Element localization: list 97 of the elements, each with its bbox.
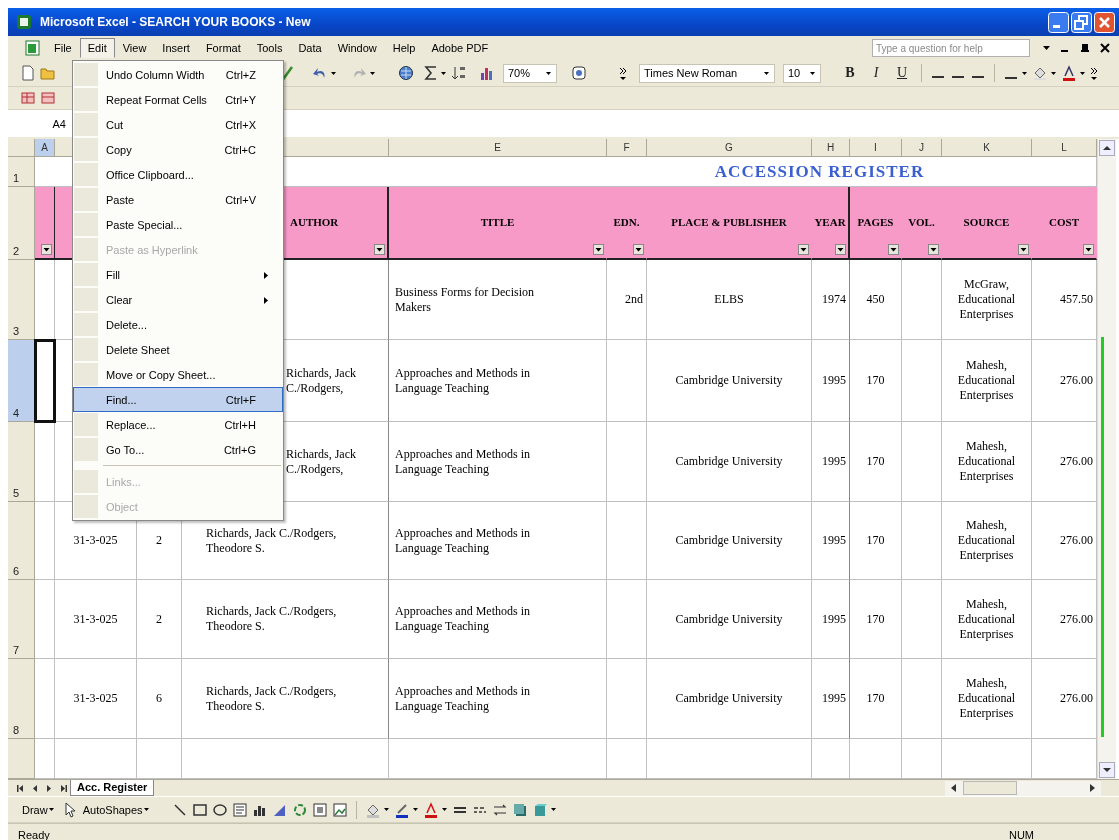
menu-item[interactable]: Delete... — [73, 312, 283, 337]
menu-item[interactable]: Insert — [154, 38, 198, 58]
table-cell: 170 — [850, 659, 902, 739]
menu-item[interactable]: Clear — [73, 287, 283, 312]
underline-button[interactable]: U — [892, 63, 912, 83]
table-cell: 170 — [850, 502, 902, 580]
window-title: Microsoft Excel - SEARCH YOUR BOOKS - New — [40, 15, 311, 29]
italic-button[interactable]: I — [866, 63, 886, 83]
column-header[interactable]: H — [812, 139, 850, 157]
column-header[interactable]: L — [1032, 139, 1097, 157]
table-cell: Cambridge University — [647, 340, 812, 422]
table-cell: 450 — [850, 260, 902, 340]
column-heading: TITLE — [480, 215, 515, 230]
menu-item[interactable]: View — [114, 38, 155, 58]
table-cell: 6 — [137, 659, 182, 739]
row-header[interactable]: 1 — [8, 157, 35, 187]
row-header[interactable]: 3 — [8, 260, 35, 340]
column-heading: VOL. — [908, 215, 935, 230]
table-cell: 1995 — [812, 502, 850, 580]
table-cell: McGraw, Educational Enterprises — [942, 260, 1032, 340]
row-header[interactable]: 2 — [8, 187, 35, 260]
bold-button[interactable]: B — [840, 63, 860, 83]
name-box[interactable]: A4 — [12, 114, 72, 133]
row-header[interactable]: 5 — [8, 422, 35, 502]
zoom-field[interactable]: 70% — [503, 63, 557, 83]
column-header[interactable]: F — [607, 139, 647, 157]
menu-item[interactable]: Paste Ctrl+V — [73, 187, 283, 212]
table-cell: Cambridge University — [647, 502, 812, 580]
table-cell: 2 — [137, 580, 182, 659]
table-cell: 1974 — [812, 260, 850, 340]
table-cell: 170 — [850, 422, 902, 502]
menu-item[interactable]: File — [46, 38, 80, 58]
column-heading: EDN. — [613, 215, 640, 230]
font-field[interactable]: Times New Roman — [639, 63, 775, 83]
menu-item[interactable]: Office Clipboard... — [73, 162, 283, 187]
menu-item[interactable]: Paste Special... — [73, 212, 283, 237]
column-heading: COST — [1049, 215, 1079, 230]
column-header[interactable]: A — [35, 139, 55, 157]
table-cell: Approaches and Methods in Language Teaching — [389, 580, 607, 659]
table-cell: Mahesh, Educational Enterprises — [942, 502, 1032, 580]
menu-item[interactable]: Copy Ctrl+C — [73, 137, 283, 162]
menu-item[interactable]: Repeat Format Cells Ctrl+Y — [73, 87, 283, 112]
table-cell: Mahesh, Educational Enterprises — [942, 659, 1032, 739]
table-cell: 2nd — [607, 260, 647, 340]
menu-item[interactable]: Adobe PDF — [423, 38, 497, 58]
menu-item[interactable]: Cut Ctrl+X — [73, 112, 283, 137]
table-cell: Business Forms for Decision Makers — [389, 260, 607, 340]
table-cell: Approaches and Methods in Language Teaching — [389, 422, 607, 502]
table-cell: Approaches and Methods in Language Teaching — [389, 502, 607, 580]
column-heading: PAGES — [857, 215, 894, 230]
table-cell: 170 — [850, 580, 902, 659]
row-header[interactable]: 4 — [8, 340, 35, 422]
menu-item[interactable]: Window — [329, 38, 385, 58]
row-header[interactable]: 8 — [8, 659, 35, 739]
column-header[interactable]: E — [389, 139, 607, 157]
num-lock-indicator: NUM — [1008, 829, 1034, 840]
column-header[interactable]: G — [647, 139, 812, 157]
row-header[interactable]: 7 — [8, 580, 35, 659]
menu-item[interactable]: Undo Column Width Ctrl+Z — [73, 62, 283, 87]
menu-item[interactable]: Edit — [79, 38, 115, 58]
menu-item[interactable]: Fill — [73, 262, 283, 287]
help-search-field[interactable]: Type a question for help — [872, 39, 1030, 57]
table-cell: Mahesh, Educational Enterprises — [942, 422, 1032, 502]
table-cell: Cambridge University — [647, 422, 812, 502]
table-cell: 1995 — [812, 659, 850, 739]
column-header[interactable]: K — [942, 139, 1032, 157]
column-heading: PLACE & PUBLISHER — [671, 215, 787, 230]
menu-item[interactable]: Find... Ctrl+F — [73, 387, 283, 412]
autoshapes-menu-button[interactable]: AutoShapes — [78, 799, 156, 820]
menu-item[interactable]: Format — [197, 38, 249, 58]
table-cell: Mahesh, Educational Enterprises — [942, 580, 1032, 659]
column-header[interactable]: I — [850, 139, 902, 157]
table-cell: Cambridge University — [647, 580, 812, 659]
table-cell: Richards, Jack C./Rodgers, Theodore S. — [182, 580, 389, 659]
menu-item[interactable]: Data — [290, 38, 330, 58]
font-size-field[interactable]: 10 — [783, 63, 821, 83]
table-cell: ELBS — [647, 260, 812, 340]
table-cell: 170 — [850, 340, 902, 422]
draw-menu-button[interactable]: Draw — [18, 799, 61, 820]
table-cell: 1995 — [812, 422, 850, 502]
table-cell: Richards, Jack C./Rodgers, Theodore S. — [182, 659, 389, 739]
menu-item[interactable]: Help — [384, 38, 424, 58]
column-heading: AUTHOR — [290, 215, 339, 230]
table-cell: 31-3-025 — [55, 580, 137, 659]
menu-item[interactable]: Tools — [248, 38, 291, 58]
table-cell: Approaches and Methods in Language Teaching — [389, 340, 607, 422]
table-cell: 1995 — [812, 340, 850, 422]
table-cell: Mahesh, Educational Enterprises — [942, 340, 1032, 422]
column-heading: YEAR — [814, 215, 846, 230]
column-header[interactable]: J — [902, 139, 942, 157]
row-header[interactable]: 6 — [8, 502, 35, 580]
sheet-tab[interactable]: Acc. Register — [70, 780, 155, 796]
table-cell: Approaches and Methods in Language Teaching — [389, 659, 607, 739]
table-cell: 1995 — [812, 580, 850, 659]
table-cell: Cambridge University — [647, 659, 812, 739]
column-heading: SOURCE — [963, 215, 1010, 230]
table-cell: 31-3-025 — [55, 659, 137, 739]
